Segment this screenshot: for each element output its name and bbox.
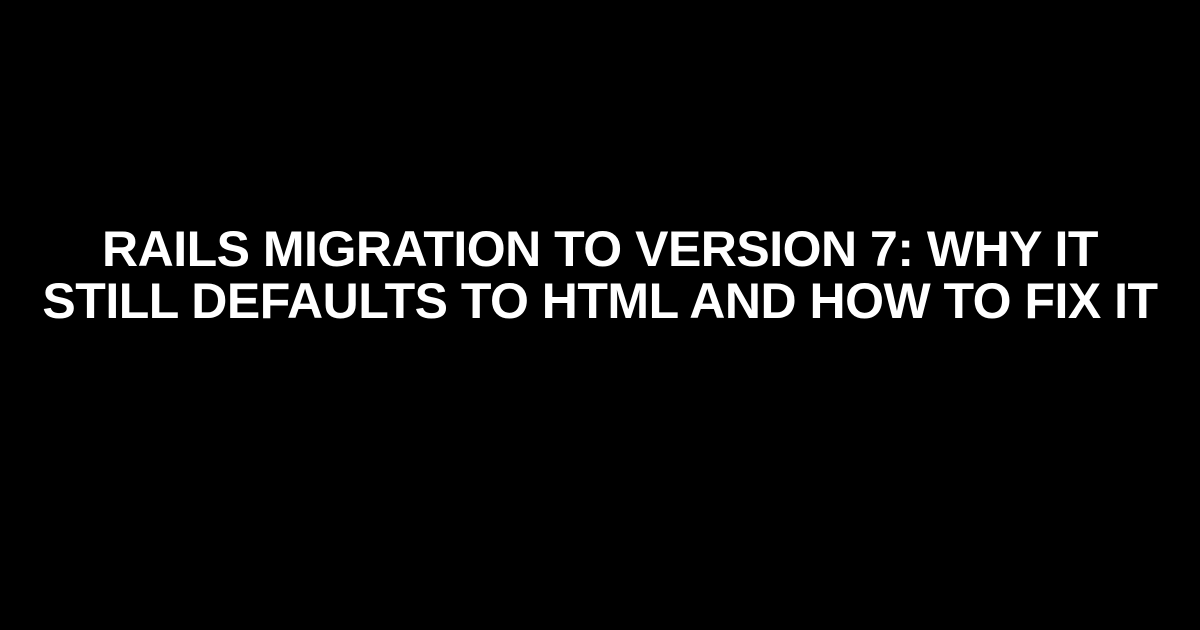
title-container: RAILS MIGRATION TO VERSION 7: WHY IT STI… xyxy=(0,223,1200,328)
page-title: RAILS MIGRATION TO VERSION 7: WHY IT STI… xyxy=(40,223,1160,328)
